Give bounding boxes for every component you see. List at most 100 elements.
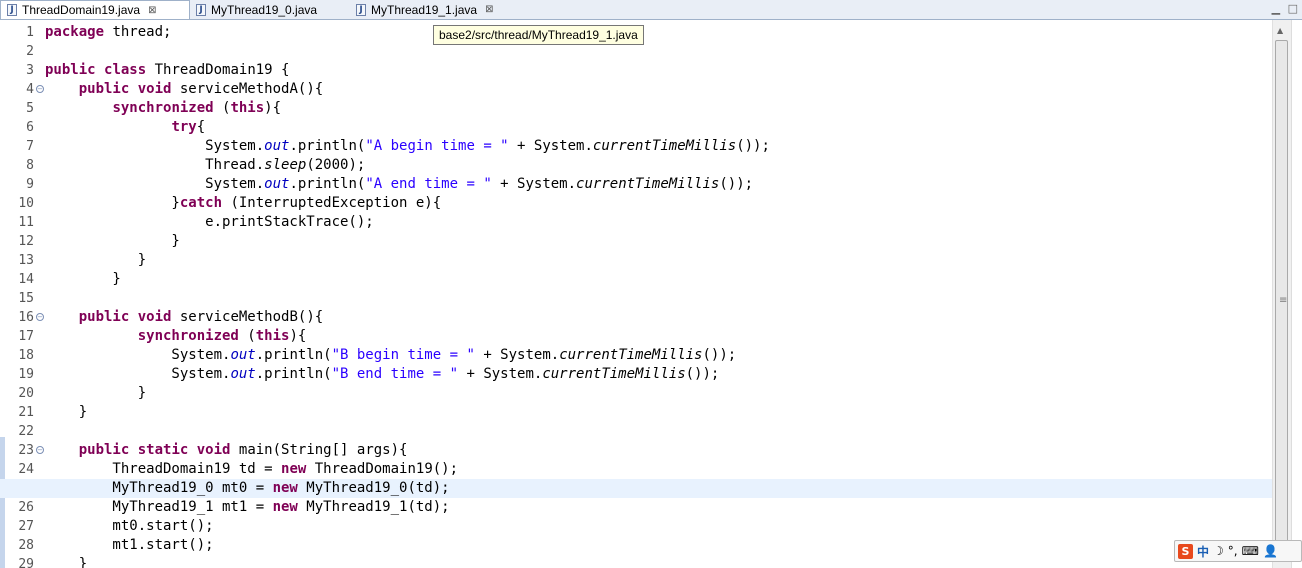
code-line[interactable]: package thread; (45, 23, 1272, 42)
code-line[interactable]: public static void main(String[] args){ (45, 441, 1272, 460)
close-icon[interactable]: ⊠ (148, 5, 156, 16)
code-token: main(String[] args){ (230, 442, 408, 458)
code-line[interactable]: mt1.start(); (45, 536, 1272, 555)
punctuation-icon[interactable]: °, (1228, 544, 1238, 558)
moon-icon[interactable]: ☽ (1213, 544, 1224, 558)
code-line[interactable]: Thread.sleep(2000); (45, 156, 1272, 175)
string-token: "A begin time = " (365, 138, 509, 154)
code-token: mt1.start(); (45, 537, 214, 553)
code-line[interactable]: } (45, 384, 1272, 403)
file-path-tooltip: base2/src/thread/MyThread19_1.java (433, 25, 644, 45)
vertical-scrollbar[interactable]: ▲ ≡ (1272, 20, 1291, 568)
user-icon[interactable]: 👤 (1263, 544, 1278, 558)
code-token: } (45, 271, 121, 287)
code-line[interactable] (45, 42, 1272, 61)
line-number: 10 (18, 196, 34, 211)
code-token: thread; (104, 24, 172, 40)
code-line[interactable]: System.out.println("A begin time = " + S… (45, 137, 1272, 156)
code-token: .println( (289, 138, 366, 154)
line-number: 15 (18, 291, 34, 306)
editor-tab-bar: J ThreadDomain19.java ⊠ J MyThread19_0.j… (0, 0, 1302, 20)
java-file-icon: J (196, 3, 206, 16)
code-token: } (45, 556, 88, 568)
code-line[interactable]: ThreadDomain19 td = new ThreadDomain19()… (45, 460, 1272, 479)
code-line[interactable]: synchronized (this){ (45, 99, 1272, 118)
keyword-token: synchronized (112, 100, 214, 116)
code-line[interactable]: MyThread19_1 mt1 = new MyThread19_1(td); (45, 498, 1272, 517)
code-token: System. (45, 347, 231, 363)
code-line[interactable]: System.out.println("B end time = " + Sys… (45, 365, 1272, 384)
keyword-token: public (45, 62, 96, 78)
code-token: ){ (289, 328, 307, 344)
code-token: Thread. (45, 157, 265, 173)
code-line[interactable]: } (45, 403, 1272, 422)
keyword-token: public (78, 442, 130, 458)
code-line[interactable] (45, 289, 1272, 308)
ime-toolbar[interactable]: S 中 ☽ °, ⌨ 👤 (1174, 540, 1302, 562)
sogou-logo-icon[interactable]: S (1178, 543, 1193, 559)
fold-toggle-icon[interactable]: − (36, 313, 44, 321)
maximize-icon[interactable]: □ (1288, 2, 1298, 15)
line-number: 6 (26, 120, 34, 135)
keyword-token: public (78, 81, 130, 97)
code-line[interactable]: MyThread19_0 mt0 = new MyThread19_0(td); (0, 479, 1272, 498)
keyword-token: package (45, 24, 105, 40)
code-line[interactable]: synchronized (this){ (45, 327, 1272, 346)
line-number: 8 (26, 158, 34, 173)
tab-mythread19-0[interactable]: J MyThread19_0.java (190, 0, 350, 19)
code-token: currentTimeMillis (542, 366, 686, 382)
line-number: 1 (26, 25, 34, 40)
code-line[interactable]: public void serviceMethodA(){ (45, 80, 1272, 99)
fold-toggle-icon[interactable]: − (36, 446, 44, 454)
tab-threaddomain19[interactable]: J ThreadDomain19.java ⊠ (0, 0, 190, 19)
code-line[interactable]: } (45, 555, 1272, 568)
line-number: 9 (26, 177, 34, 192)
code-line[interactable]: public void serviceMethodB(){ (45, 308, 1272, 327)
code-token: ThreadDomain19 { (146, 62, 290, 78)
line-number: 3 (26, 63, 34, 78)
ime-language-toggle[interactable]: 中 (1197, 543, 1209, 560)
code-line[interactable]: }catch (InterruptedException e){ (45, 194, 1272, 213)
code-area[interactable]: package thread; public class ThreadDomai… (0, 23, 1272, 568)
quick-diff-band (0, 437, 5, 568)
scroll-up-icon[interactable]: ▲ (1277, 26, 1283, 35)
scrollbar-thumb[interactable]: ≡ (1275, 40, 1288, 548)
code-line[interactable]: try{ (45, 118, 1272, 137)
line-number: 16− (18, 310, 44, 325)
code-line[interactable]: } (45, 270, 1272, 289)
code-token: } (45, 385, 147, 401)
code-token: { (196, 119, 206, 135)
code-editor[interactable]: 1 2 3 4−5 6 7 8 9 10 11 12 13 14 15 16−17 18 19 20 21 22 23−… (0, 20, 1272, 568)
code-line[interactable]: } (45, 251, 1272, 270)
code-line[interactable]: } (45, 232, 1272, 251)
code-line[interactable]: System.out.println("A end time = " + Sys… (45, 175, 1272, 194)
tab-mythread19-1[interactable]: J MyThread19_1.java ⊠ (350, 0, 515, 19)
code-token: + System. (508, 138, 593, 154)
fold-toggle-icon[interactable]: − (36, 85, 44, 93)
overview-ruler (1291, 20, 1302, 568)
code-token: (InterruptedException e){ (222, 195, 442, 211)
java-file-icon: J (356, 3, 366, 16)
code-line[interactable] (45, 422, 1272, 441)
line-number: 13 (18, 253, 34, 268)
code-line[interactable]: public class ThreadDomain19 { (45, 61, 1272, 80)
minimize-icon[interactable]: ▁ (1272, 2, 1280, 15)
code-line[interactable]: e.printStackTrace(); (45, 213, 1272, 232)
code-line[interactable]: mt0.start(); (45, 517, 1272, 536)
keyword-token: void (137, 81, 172, 97)
keyboard-icon[interactable]: ⌨ (1242, 544, 1259, 558)
code-token: MyThread19_0 mt0 = (45, 480, 273, 496)
close-icon[interactable]: ⊠ (485, 4, 493, 15)
code-token: MyThread19_1 mt1 = (45, 499, 273, 515)
keyword-token: this (230, 100, 265, 116)
code-token: out (230, 347, 256, 363)
code-line[interactable]: System.out.println("B begin time = " + S… (45, 346, 1272, 365)
view-controls: ▁ □ (1268, 2, 1298, 15)
